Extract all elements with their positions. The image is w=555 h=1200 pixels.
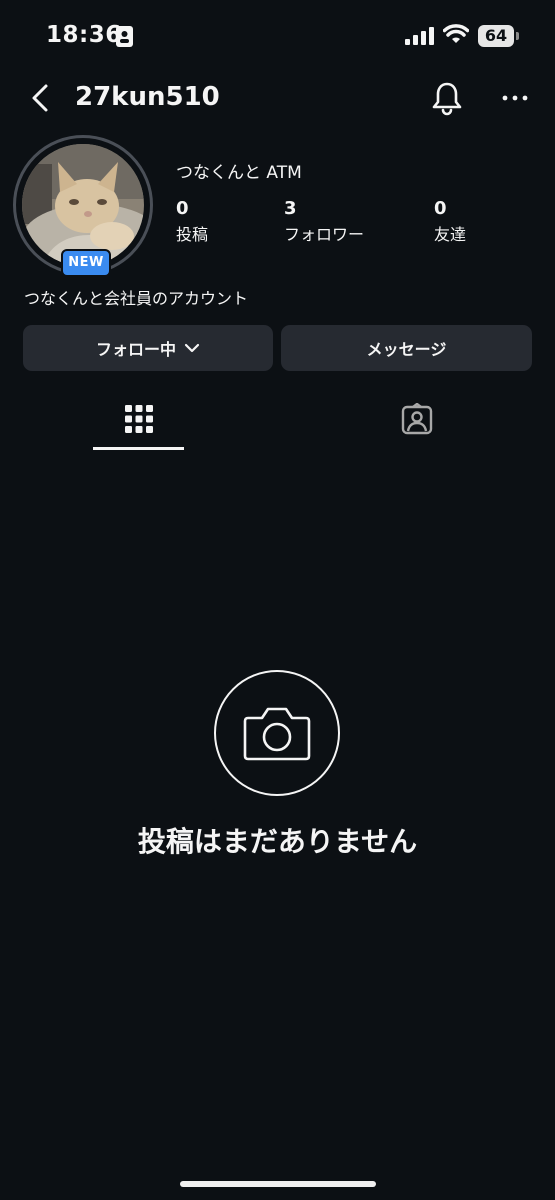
stat-posts: 0 投稿 xyxy=(176,198,208,245)
page-title: 27kun510 xyxy=(75,82,220,112)
camera-icon xyxy=(243,707,311,761)
stat-label: 友達 xyxy=(434,225,467,244)
battery-tip xyxy=(516,32,519,40)
message-label: メッセージ xyxy=(366,340,447,359)
cellular-signal-icon xyxy=(405,27,434,45)
avatar[interactable] xyxy=(22,144,144,266)
battery-level: 64 xyxy=(478,25,514,47)
chevron-down-icon xyxy=(184,343,200,353)
cat-photo xyxy=(22,144,144,266)
stat-followers[interactable]: 3 フォロワー xyxy=(284,198,364,245)
following-label: フォロー中 xyxy=(95,340,176,359)
following-button[interactable]: フォロー中 xyxy=(23,325,273,371)
status-time: 18:36 xyxy=(46,22,122,48)
stat-label: フォロワー xyxy=(284,225,365,244)
notification-bell-icon[interactable] xyxy=(430,80,464,116)
tab-tagged[interactable] xyxy=(278,395,555,449)
wifi-icon xyxy=(443,24,469,43)
id-card-icon xyxy=(116,26,133,47)
tagged-person-icon xyxy=(401,403,432,435)
empty-state-camera xyxy=(214,670,340,796)
more-options-icon[interactable] xyxy=(500,86,530,110)
display-name: つなくんと ATM xyxy=(176,163,302,183)
stat-friends[interactable]: 0 友達 xyxy=(434,198,466,245)
stat-value: 0 xyxy=(176,198,189,219)
stat-value: 3 xyxy=(284,198,297,219)
active-tab-indicator xyxy=(93,447,184,450)
profile-header: 27kun510 xyxy=(0,72,555,124)
back-arrow-icon[interactable] xyxy=(26,82,54,114)
tab-posts-grid[interactable] xyxy=(0,395,277,449)
grid-icon xyxy=(124,405,153,433)
home-indicator[interactable] xyxy=(180,1181,376,1187)
new-badge: NEW xyxy=(61,249,111,277)
status-bar: 18:36 64 xyxy=(0,0,555,70)
bio: つなくんと会社員のアカウント xyxy=(24,289,249,308)
message-button[interactable]: メッセージ xyxy=(281,325,532,371)
stat-value: 0 xyxy=(434,198,447,219)
stat-label: 投稿 xyxy=(176,225,209,244)
empty-state-message: 投稿はまだありません xyxy=(137,825,418,858)
